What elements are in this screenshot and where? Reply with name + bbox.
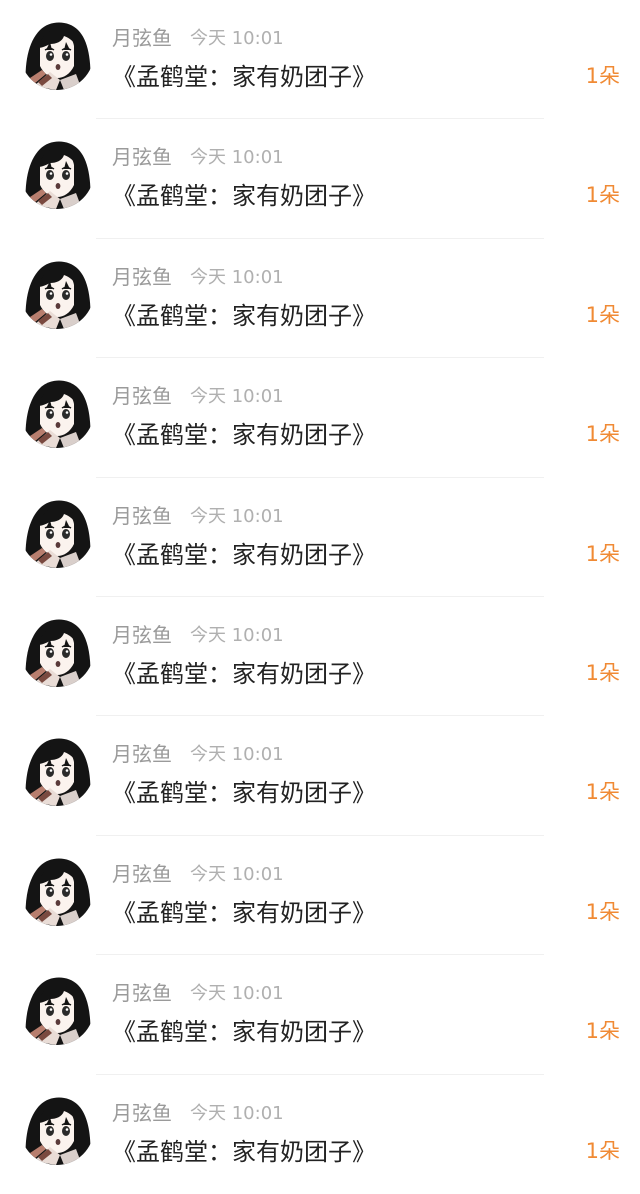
message-text: 《孟鹤堂：家有奶团子》 <box>112 182 376 211</box>
username[interactable]: 月弦鱼 <box>112 22 172 51</box>
timestamp: 今天 10:01 <box>190 863 284 885</box>
timestamp: 今天 10:01 <box>190 744 284 766</box>
flower-count: 1朵 <box>585 302 620 327</box>
avatar[interactable] <box>20 254 94 329</box>
avatar[interactable] <box>20 135 94 210</box>
list-item[interactable]: 月弦鱼 今天 10:01 《孟鹤堂：家有奶团子》 1朵 <box>0 955 640 1075</box>
username[interactable]: 月弦鱼 <box>112 141 172 170</box>
avatar[interactable] <box>20 374 94 449</box>
flower-count: 1朵 <box>585 541 620 566</box>
message-text: 《孟鹤堂：家有奶团子》 <box>112 1137 376 1166</box>
avatar[interactable] <box>20 16 94 90</box>
message-text: 《孟鹤堂：家有奶团子》 <box>112 898 376 927</box>
username[interactable]: 月弦鱼 <box>112 261 172 290</box>
flower-count: 1朵 <box>585 183 620 208</box>
message-text: 《孟鹤堂：家有奶团子》 <box>112 1018 376 1047</box>
flower-count: 1朵 <box>585 660 620 685</box>
anime-avatar-icon <box>20 135 94 210</box>
flower-count: 1朵 <box>585 780 620 805</box>
username[interactable]: 月弦鱼 <box>112 977 172 1006</box>
flower-count: 1朵 <box>585 1138 620 1163</box>
flower-count: 1朵 <box>585 422 620 447</box>
message-text: 《孟鹤堂：家有奶团子》 <box>112 540 376 569</box>
avatar[interactable] <box>20 971 94 1046</box>
timestamp: 今天 10:01 <box>190 28 284 49</box>
list-item[interactable]: 月弦鱼 今天 10:01 《孟鹤堂：家有奶团子》 1朵 <box>0 119 640 239</box>
list-item[interactable]: 月弦鱼 今天 10:01 《孟鹤堂：家有奶团子》 1朵 <box>0 478 640 597</box>
message-text: 《孟鹤堂：家有奶团子》 <box>112 659 376 688</box>
avatar[interactable] <box>20 732 94 807</box>
username[interactable]: 月弦鱼 <box>112 1097 172 1126</box>
list-item[interactable]: 月弦鱼 今天 10:01 《孟鹤堂：家有奶团子》 1朵 <box>0 239 640 359</box>
list-item[interactable]: 月弦鱼 今天 10:01 《孟鹤堂：家有奶团子》 1朵 <box>0 716 640 836</box>
flower-count: 1朵 <box>585 1019 620 1044</box>
message-text: 《孟鹤堂：家有奶团子》 <box>112 301 376 330</box>
flower-count: 1朵 <box>585 64 620 88</box>
avatar[interactable] <box>20 612 94 687</box>
username[interactable]: 月弦鱼 <box>112 380 172 409</box>
timestamp: 今天 10:01 <box>190 983 284 1005</box>
anime-avatar-icon <box>20 732 94 807</box>
timestamp: 今天 10:01 <box>190 147 284 169</box>
flower-count: 1朵 <box>585 899 620 924</box>
message-text: 《孟鹤堂：家有奶团子》 <box>112 421 376 450</box>
anime-avatar-icon <box>20 16 94 90</box>
timestamp: 今天 10:01 <box>190 624 284 646</box>
avatar[interactable] <box>20 1090 94 1165</box>
timestamp: 今天 10:01 <box>190 386 284 408</box>
list-item[interactable]: 月弦鱼 今天 10:01 《孟鹤堂：家有奶团子》 1朵 <box>0 597 640 717</box>
username[interactable]: 月弦鱼 <box>112 619 172 648</box>
anime-avatar-icon <box>20 851 94 926</box>
list-item[interactable]: 月弦鱼 今天 10:01 《孟鹤堂：家有奶团子》 1朵 <box>0 0 640 120</box>
username[interactable]: 月弦鱼 <box>112 858 172 887</box>
anime-avatar-icon <box>20 971 94 1046</box>
anime-avatar-icon <box>20 254 94 329</box>
anime-avatar-icon <box>20 493 94 568</box>
message-text: 《孟鹤堂：家有奶团子》 <box>112 779 376 808</box>
anime-avatar-icon <box>20 612 94 687</box>
message-text: 《孟鹤堂：家有奶团子》 <box>112 63 376 91</box>
timestamp: 今天 10:01 <box>190 266 284 288</box>
list-item[interactable]: 月弦鱼 今天 10:01 《孟鹤堂：家有奶团子》 1朵 <box>0 1075 640 1194</box>
anime-avatar-icon <box>20 1090 94 1165</box>
timestamp: 今天 10:01 <box>190 1102 284 1124</box>
list-item[interactable]: 月弦鱼 今天 10:01 《孟鹤堂：家有奶团子》 1朵 <box>0 836 640 956</box>
list-item[interactable]: 月弦鱼 今天 10:01 《孟鹤堂：家有奶团子》 1朵 <box>0 358 640 478</box>
username[interactable]: 月弦鱼 <box>112 500 172 529</box>
timestamp: 今天 10:01 <box>190 505 284 527</box>
gift-record-list: 月弦鱼 今天 10:01 《孟鹤堂：家有奶团子》 1朵 月弦鱼 今天 10:01… <box>0 0 640 1194</box>
username[interactable]: 月弦鱼 <box>112 738 172 767</box>
anime-avatar-icon <box>20 374 94 449</box>
avatar[interactable] <box>20 493 94 568</box>
avatar[interactable] <box>20 851 94 926</box>
